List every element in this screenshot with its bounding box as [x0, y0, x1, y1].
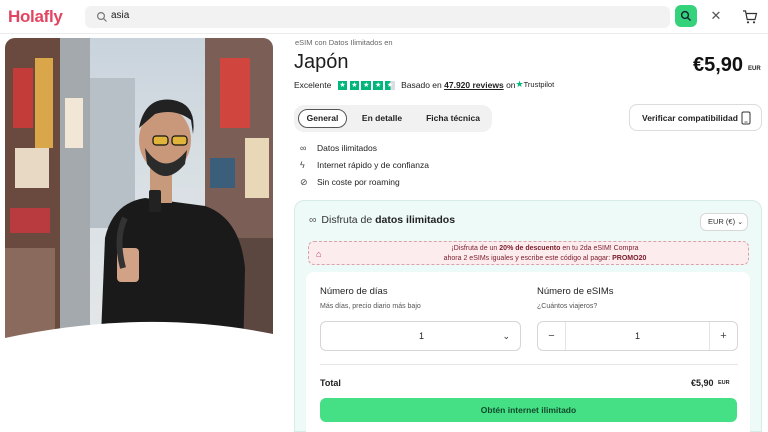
product-price: €5,90	[693, 54, 744, 76]
breadcrumb: eSIM con Datos Ilimitados en	[295, 38, 393, 47]
search-icon	[680, 10, 691, 21]
esims-value: 1	[634, 331, 640, 341]
infinity-icon: ∞	[300, 143, 307, 153]
lightning-icon: ϟ	[300, 160, 305, 170]
star-icon: ★	[361, 80, 371, 90]
reviews-prefix: Basado en	[401, 79, 442, 90]
esims-stepper[interactable]: − 1 +	[537, 321, 738, 351]
top-header: Holafly asia ✕	[0, 0, 768, 34]
search-input[interactable]: asia	[111, 10, 129, 21]
tab-en-detalle[interactable]: En detalle	[352, 109, 412, 128]
heading-bold: datos ilimitados	[375, 214, 456, 226]
search-bar[interactable]: asia	[85, 6, 670, 28]
divider	[320, 364, 738, 365]
holafly-logo[interactable]: Holafly	[8, 7, 63, 27]
star-icon: ★	[373, 80, 383, 90]
feature-text: Sin coste por roaming	[317, 177, 400, 187]
promo-text-part: ahora 2 eSIMs iguales y escribe este cód…	[443, 255, 611, 262]
star-half-icon: ★	[385, 80, 395, 90]
trustpilot-star-icon: ★	[515, 79, 524, 90]
promo-banner: ⌂ ¡Disfruta de un 20% de descuento en tu…	[308, 241, 749, 265]
currency-value: EUR (€)	[708, 217, 736, 226]
heading-prefix: Disfruta de	[321, 214, 373, 226]
star-icon: ★	[337, 80, 348, 90]
plan-selector: Número de días Más días, precio diario m…	[306, 272, 750, 432]
rating-label: Excelente	[294, 79, 332, 90]
info-tabs: General En detalle Ficha técnica	[294, 105, 492, 132]
phone-check-icon	[741, 111, 751, 125]
days-value: 1	[418, 331, 424, 341]
star-icon: ★	[349, 80, 360, 90]
reviews-link[interactable]: 47.920 reviews	[444, 80, 504, 90]
promo-discount: 20% de descuento	[499, 245, 561, 252]
close-icon[interactable]: ✕	[709, 9, 723, 23]
check-compatibility-button[interactable]: Verificar compatibilidad	[629, 104, 762, 131]
feature-text: Internet rápido y de confianza	[317, 160, 429, 170]
tab-ficha-tecnica[interactable]: Ficha técnica	[418, 109, 488, 128]
tag-icon: ⌂	[316, 249, 322, 259]
esims-sublabel: ¿Cuántos viajeros?	[537, 303, 598, 310]
esims-label: Número de eSIMs	[537, 286, 614, 297]
days-select[interactable]: 1 ⌄	[320, 321, 521, 351]
promo-text: ¡Disfruta de un 20% de descuento en tu 2…	[345, 244, 745, 264]
page-title: Japón	[294, 51, 349, 73]
infinity-icon: ∞	[309, 214, 317, 226]
reviews-on: on	[506, 79, 516, 90]
no-roaming-icon: ⊘	[300, 177, 308, 187]
total-label: Total	[320, 378, 341, 388]
total-currency: EUR	[718, 380, 730, 386]
feature-text: Datos ilimitados	[317, 143, 377, 153]
rating-stars: ★ ★ ★ ★ ★	[337, 80, 395, 90]
promo-text-part: ¡Disfruta de un	[451, 245, 498, 252]
promo-code: PROMO20	[612, 255, 647, 262]
chevron-down-icon: ⌄	[502, 331, 510, 341]
search-button[interactable]	[675, 5, 697, 27]
chevron-down-icon: ⌄	[737, 219, 744, 226]
purchase-card: ∞ Disfruta de datos ilimitados EUR (€) ⌄…	[294, 200, 762, 432]
days-sublabel: Más días, precio diario más bajo	[320, 303, 421, 310]
get-internet-button[interactable]: Obtén internet ilimitado	[320, 398, 737, 422]
decrement-button[interactable]: −	[538, 322, 566, 350]
price-currency: EUR	[748, 66, 761, 72]
search-icon	[96, 11, 107, 22]
hero-image	[5, 38, 273, 360]
days-label: Número de días	[320, 286, 388, 297]
trustpilot-rating[interactable]: Excelente ★ ★ ★ ★ ★ Basado en 47.920 rev…	[294, 79, 554, 91]
tab-general[interactable]: General	[298, 109, 347, 128]
increment-button[interactable]: +	[709, 322, 737, 350]
card-heading: ∞ Disfruta de datos ilimitados	[309, 214, 455, 226]
compat-label: Verificar compatibilidad	[642, 113, 738, 123]
total-value: €5,90	[691, 378, 714, 388]
promo-text-part: en tu 2da eSIM! Compra	[562, 245, 639, 252]
currency-select[interactable]: EUR (€) ⌄	[700, 213, 748, 231]
trustpilot-logo: Trustpilot	[523, 80, 555, 90]
cart-icon[interactable]	[742, 9, 758, 25]
